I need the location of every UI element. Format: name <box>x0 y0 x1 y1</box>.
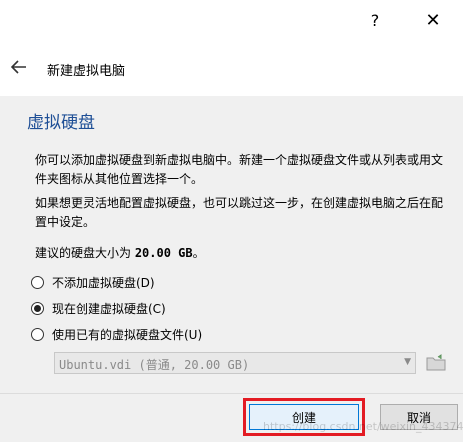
disk-file-select-value: Ubuntu.vdi (普通, 20.00 GB) <box>59 358 250 372</box>
radio-label: 不添加虚拟硬盘(D) <box>52 275 155 290</box>
content-panel: 虚拟硬盘 你可以添加虚拟硬盘到新虚拟电脑中。新建一个虚拟硬盘文件或从列表或用文件… <box>0 96 463 393</box>
radio-create-disk[interactable]: 现在创建虚拟硬盘(C) <box>31 298 166 318</box>
chevron-down-icon: ▼ <box>404 357 411 367</box>
radio-button[interactable] <box>31 327 44 341</box>
close-button[interactable]: ✕ <box>418 8 448 32</box>
help-button[interactable]: ? <box>360 8 390 32</box>
help-icon: ? <box>370 10 380 30</box>
radio-button-selected[interactable] <box>31 301 44 315</box>
recommended-size-prefix: 建议的硬盘大小为 <box>35 246 135 260</box>
dialog-footer: 创建 取消 <box>0 393 463 442</box>
radio-no-disk[interactable]: 不添加虚拟硬盘(D) <box>31 272 155 292</box>
watermark-text: https://blog.csdn.net/weixin_43437494 <box>263 420 463 433</box>
description-text-2: 如果想更灵活地配置虚拟硬盘，也可以跳过这一步，在创建虚拟电脑之后在配置中设定。 <box>35 196 444 229</box>
recommended-size-text: 建议的硬盘大小为 20.00 GB。 <box>35 244 205 261</box>
disk-file-select[interactable]: Ubuntu.vdi (普通, 20.00 GB) ▼ <box>54 352 416 374</box>
folder-browse-icon[interactable] <box>426 354 446 372</box>
arrow-left-icon[interactable] <box>8 56 30 78</box>
title-bar: ? ✕ <box>0 0 463 40</box>
wizard-header: 新建虚拟电脑 <box>0 40 463 96</box>
recommended-size-value: 20.00 GB <box>134 246 193 260</box>
radio-label: 使用已有的虚拟硬盘文件(U) <box>52 327 203 342</box>
recommended-size-suffix: 。 <box>192 246 205 260</box>
wizard-title: 新建虚拟电脑 <box>47 64 126 79</box>
radio-label: 现在创建虚拟硬盘(C) <box>52 301 166 316</box>
description-text: 你可以添加虚拟硬盘到新虚拟电脑中。新建一个虚拟硬盘文件或从列表或用文件夹图标从其… <box>35 153 444 186</box>
radio-button[interactable] <box>31 275 44 289</box>
close-icon: ✕ <box>425 9 441 31</box>
radio-existing-disk[interactable]: 使用已有的虚拟硬盘文件(U) <box>31 324 202 344</box>
page-title: 虚拟硬盘 <box>27 113 95 133</box>
